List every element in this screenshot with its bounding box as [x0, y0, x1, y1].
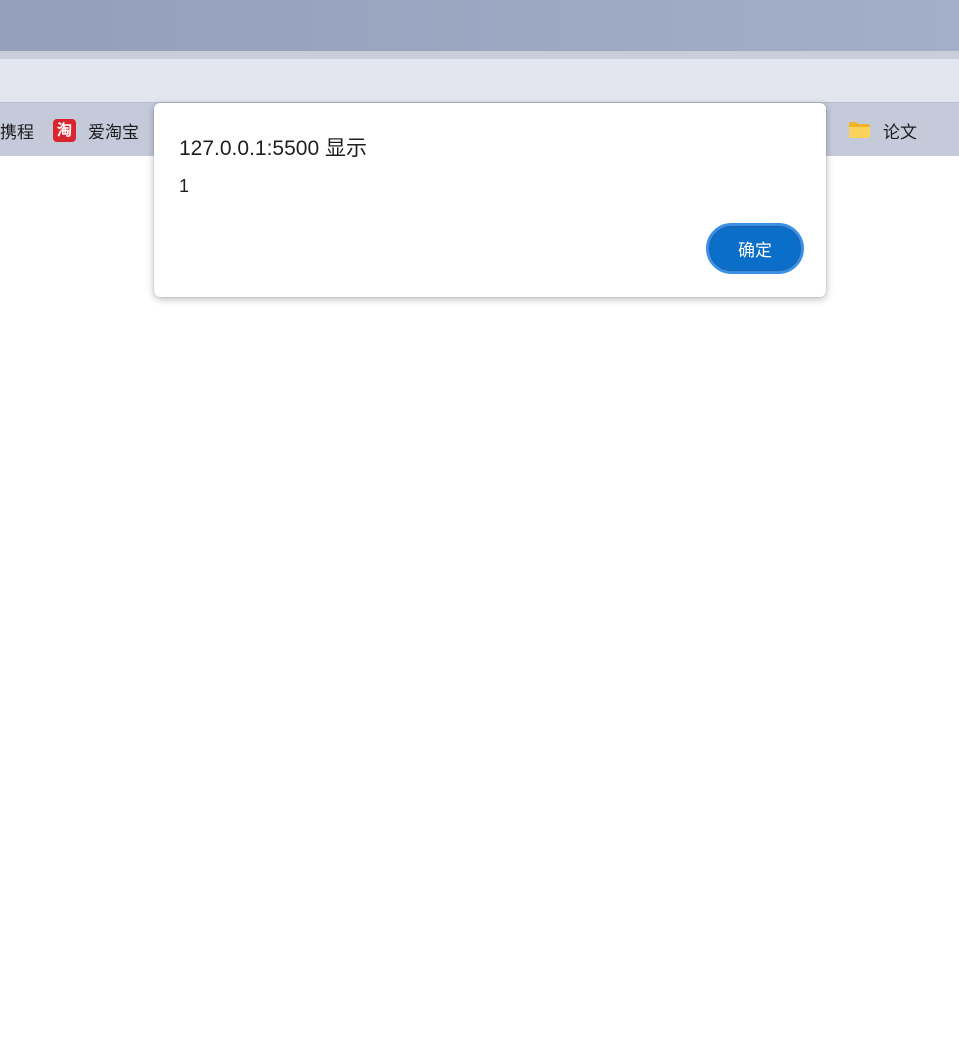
- ok-button[interactable]: 确定: [706, 223, 804, 274]
- folder-icon: [849, 122, 870, 138]
- browser-address-bar-area: [0, 59, 959, 102]
- bookmark-label: 爱淘宝: [88, 122, 139, 142]
- bookmark-label: 论文: [883, 122, 917, 142]
- browser-tab-strip-edge: [0, 51, 959, 59]
- bookmark-item-ctrip[interactable]: 携程: [0, 103, 34, 157]
- alert-dialog: 127.0.0.1:5500 显示 1 确定: [154, 103, 826, 297]
- bookmark-folder-papers[interactable]: 论文: [848, 103, 917, 157]
- dialog-message: 1: [179, 176, 190, 196]
- bookmark-item-taobao[interactable]: 淘 爱淘宝: [53, 103, 139, 157]
- taobao-icon: 淘: [53, 118, 76, 142]
- browser-title-bar: [0, 0, 959, 51]
- bookmark-label: 携程: [0, 122, 34, 142]
- dialog-title: 127.0.0.1:5500 显示: [179, 137, 367, 160]
